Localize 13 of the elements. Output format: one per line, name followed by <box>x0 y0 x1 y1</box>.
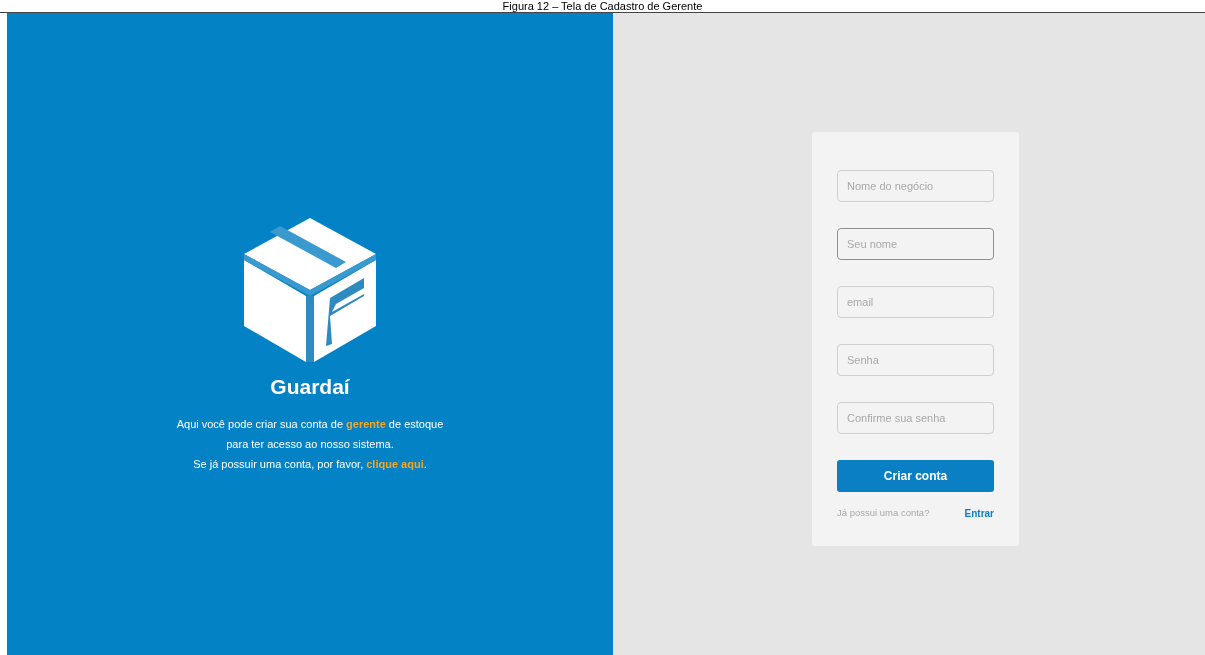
create-account-button[interactable]: Criar conta <box>837 460 994 492</box>
click-here-link[interactable]: clique aqui <box>366 458 424 470</box>
input-field[interactable]: Nome do negócio <box>837 170 994 202</box>
sign-in-link[interactable]: Entrar <box>964 506 994 521</box>
brand-name: Guardaí <box>270 374 350 400</box>
input-field[interactable]: Senha <box>837 344 994 376</box>
intro-text: Aqui você pode criar sua conta de gerente de estoque para ter acesso ao nosso sistema. <box>175 417 445 452</box>
figure-caption: Figura 12 – Tela de Cadastro de Gerente <box>502 0 703 12</box>
input-field[interactable]: Seu nome <box>837 228 994 260</box>
input-field[interactable]: email <box>837 286 994 318</box>
account-question-text: Já possui uma conta? <box>837 506 930 521</box>
login-prompt-text: Se já possuir uma conta, por favor, clique aqui. <box>193 457 427 472</box>
input-field[interactable]: Confirme sua senha <box>837 402 994 434</box>
